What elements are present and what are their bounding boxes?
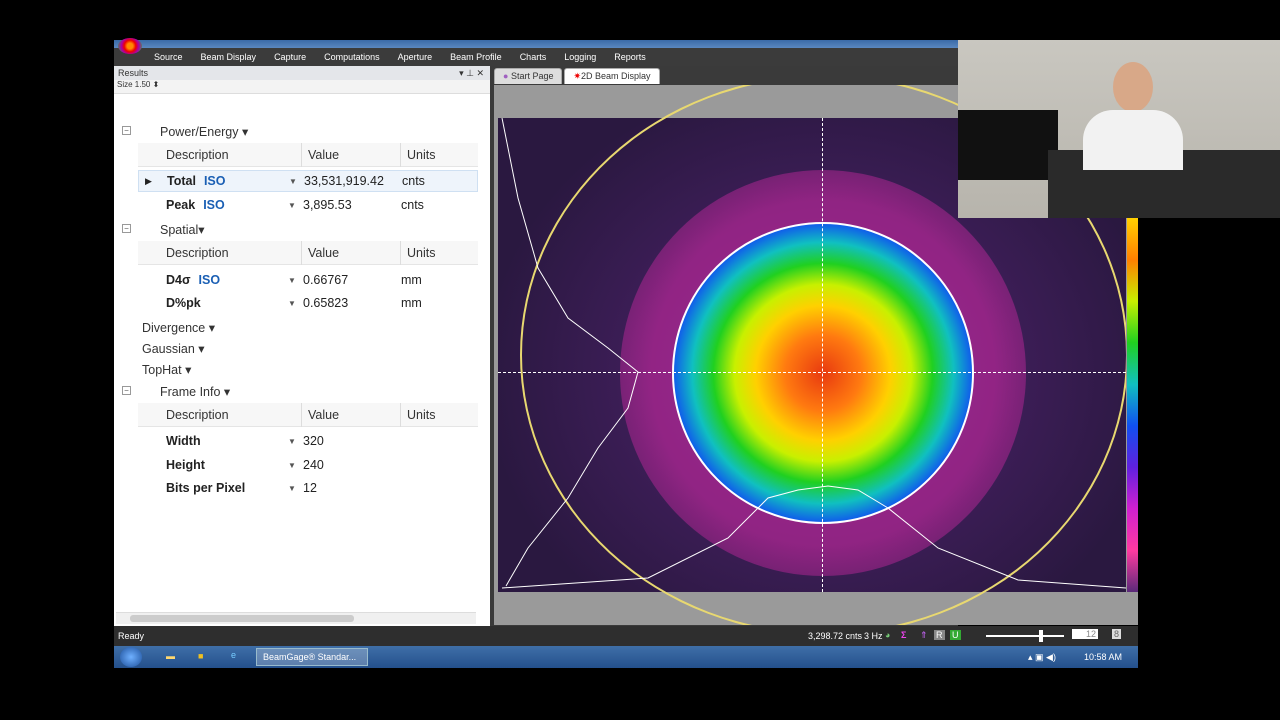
table-row[interactable]: D4σ ISO ▼ 0.66767 mm xyxy=(114,269,478,291)
menu-bar: Source Beam Display Capture Computations… xyxy=(114,48,958,66)
collapse-toggle[interactable]: − xyxy=(122,126,131,135)
menu-logging[interactable]: Logging xyxy=(564,52,596,62)
table-row[interactable]: Height ▼ 240 xyxy=(114,454,478,476)
size-spinner[interactable]: ⬍ xyxy=(153,80,160,89)
taskbar: ▬ ■ e BeamGage® Standar... ▴ ▣ ◀) 10:58 … xyxy=(114,646,1138,668)
menu-computations[interactable]: Computations xyxy=(324,52,380,62)
status-bar: Ready 3,298.72 cnts 3 Hz ◕ Σ ⇑ R U 12 8 xyxy=(114,626,1138,646)
menu-reports[interactable]: Reports xyxy=(614,52,646,62)
arrows-up-icon[interactable]: ⇑ xyxy=(920,630,928,641)
title-bar xyxy=(114,40,958,48)
u-button[interactable]: U xyxy=(950,630,961,640)
status-ready: Ready xyxy=(118,631,145,641)
table-header: Description Value Units xyxy=(138,241,478,265)
menu-source[interactable]: Source xyxy=(154,52,183,62)
bits-dropdown[interactable]: 8 xyxy=(1112,629,1122,639)
table-row[interactable]: Width ▼ 320 xyxy=(114,430,478,452)
collapse-toggle[interactable]: − xyxy=(122,224,131,233)
presenter-face xyxy=(1113,62,1153,112)
app-icon[interactable]: ■ xyxy=(198,651,203,661)
monitor xyxy=(958,110,1058,180)
results-title: Results xyxy=(118,68,149,78)
horizontal-scrollbar[interactable] xyxy=(116,612,476,624)
menu-capture[interactable]: Capture xyxy=(274,52,306,62)
menu-beam-display[interactable]: Beam Display xyxy=(201,52,257,62)
group-tophat[interactable]: TopHat ▾ xyxy=(142,362,191,377)
r-button[interactable]: R xyxy=(934,630,945,640)
zoom-value-input[interactable]: 12 xyxy=(1072,629,1098,639)
table-row[interactable]: Bits per Pixel ▼ 12 xyxy=(114,477,478,499)
group-frame-info[interactable]: Frame Info ▾ xyxy=(160,384,230,399)
collapse-toggle[interactable]: − xyxy=(122,386,131,395)
counts-readout: 3,298.72 cnts xyxy=(808,631,863,641)
menu-charts[interactable]: Charts xyxy=(520,52,547,62)
panel-controls[interactable]: ▾ ⊥ ✕ xyxy=(459,68,484,79)
table-row[interactable]: ▶ Total ISO ▼ 33,531,919.42 cnts xyxy=(138,170,478,192)
results-panel: Results ▾ ⊥ ✕ Size 1.50 ⬍ − Power/Energy … xyxy=(114,66,490,626)
group-gaussian[interactable]: Gaussian ▾ xyxy=(142,341,205,356)
start-button[interactable] xyxy=(120,647,142,667)
group-divergence[interactable]: Divergence ▾ xyxy=(142,320,215,335)
tray-icons[interactable]: ▴ ▣ ◀) xyxy=(1028,652,1056,663)
menu-beam-profile[interactable]: Beam Profile xyxy=(450,52,502,62)
table-header: Description Value Units xyxy=(138,143,478,167)
group-spatial[interactable]: Spatial▾ xyxy=(160,222,205,237)
menu-aperture[interactable]: Aperture xyxy=(398,52,433,62)
group-power-energy[interactable]: Power/Energy ▾ xyxy=(160,124,248,139)
color-scale-bar xyxy=(1127,218,1138,592)
presenter-video-inset xyxy=(958,40,1280,218)
capture-icon[interactable]: ◕ xyxy=(885,630,890,640)
table-header: Description Value Units xyxy=(138,403,478,427)
tab-2d-beam-display[interactable]: ✷2D Beam Display xyxy=(564,68,660,84)
sigma-icon[interactable]: Σ xyxy=(901,630,906,640)
ie-icon[interactable]: e xyxy=(231,650,236,660)
presenter-shirt xyxy=(1083,110,1183,170)
size-label: Size 1.50 xyxy=(117,80,151,89)
app-logo-button[interactable] xyxy=(118,38,142,54)
table-row[interactable]: Peak ISO ▼ 3,895.53 cnts xyxy=(114,194,478,216)
taskbar-beamgage[interactable]: BeamGage® Standar... xyxy=(256,648,368,666)
rate-readout: 3 Hz xyxy=(864,631,883,641)
table-row[interactable]: D%pk ▼ 0.65823 mm xyxy=(114,292,478,314)
explorer-icon[interactable]: ▬ xyxy=(166,651,175,661)
tab-start-page[interactable]: ● Start Page xyxy=(494,68,563,84)
clock: 10:58 AM xyxy=(1084,652,1123,662)
zoom-slider[interactable] xyxy=(986,630,1064,642)
